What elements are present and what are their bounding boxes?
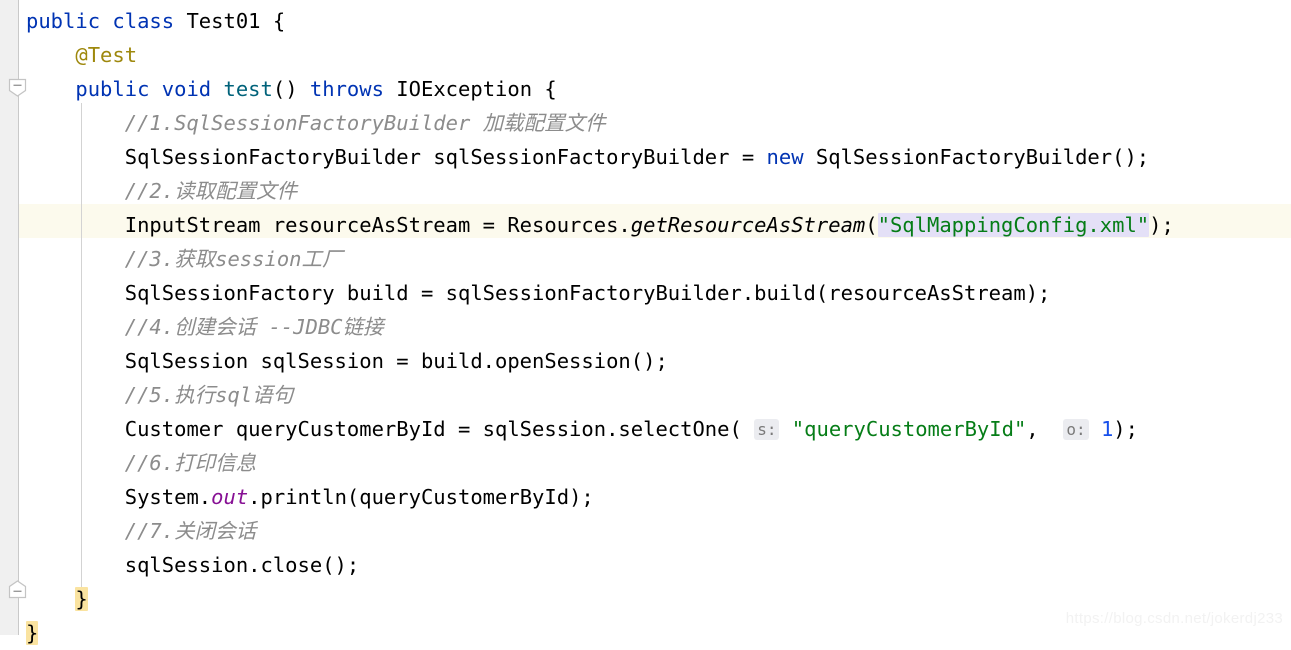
code-token: SqlSessionFactory build = sqlSessionFact…: [26, 281, 1051, 305]
code-token: "SqlMappingConfig.xml": [877, 213, 1150, 237]
code-token: "queryCustomerById": [791, 417, 1027, 441]
code-content[interactable]: public class Test01 { @Test public void …: [0, 0, 1291, 650]
code-line[interactable]: SqlSessionFactory build = sqlSessionFact…: [0, 276, 1291, 310]
code-line[interactable]: @Test: [0, 38, 1291, 72]
code-token: );: [1113, 417, 1138, 441]
code-line[interactable]: //2.读取配置文件: [0, 174, 1291, 208]
code-token: out: [211, 485, 249, 509]
code-token: getResourceAsStream: [630, 213, 866, 237]
code-token: //2.读取配置文件: [124, 179, 298, 203]
code-line[interactable]: //7.关闭会话: [0, 514, 1291, 548]
code-token: .println(queryCustomerById);: [248, 485, 594, 509]
code-token: //4.创建会话 --JDBC链接: [124, 315, 384, 339]
code-token: o:: [1063, 419, 1089, 440]
code-token: Customer queryCustomerById = sqlSession.…: [26, 417, 755, 441]
code-token: //1.SqlSessionFactoryBuilder 加载配置文件: [124, 111, 606, 135]
code-token: InputStream resourceAsStream = Resources…: [26, 213, 631, 237]
code-token: s:: [754, 419, 780, 440]
code-line[interactable]: SqlSession sqlSession = build.openSessio…: [0, 344, 1291, 378]
code-line[interactable]: System.out.println(queryCustomerById);: [0, 480, 1291, 514]
code-token: SqlSessionFactoryBuilder sqlSessionFacto…: [26, 145, 767, 169]
code-line[interactable]: //5.执行sql语句: [0, 378, 1291, 412]
code-token: Test01: [186, 9, 261, 33]
code-line[interactable]: InputStream resourceAsStream = Resources…: [0, 208, 1291, 242]
fold-marker-close-icon[interactable]: [8, 580, 27, 599]
code-token: ,: [1026, 417, 1064, 441]
code-line[interactable]: public class Test01 {: [0, 4, 1291, 38]
code-token: class: [112, 9, 175, 33]
code-token: 1: [1100, 417, 1114, 441]
code-token: (): [272, 77, 310, 101]
code-token: test: [223, 77, 273, 101]
code-token: );: [1149, 213, 1174, 237]
code-token: //7.关闭会话: [124, 519, 257, 543]
code-token: //5.执行sql语句: [124, 383, 294, 407]
code-token: SqlSessionFactoryBuilder();: [803, 145, 1150, 169]
code-line[interactable]: //6.打印信息: [0, 446, 1291, 480]
code-token: //6.打印信息: [124, 451, 257, 475]
code-token: (: [865, 213, 878, 237]
code-token: {: [260, 9, 286, 33]
fold-marker-open-icon[interactable]: [8, 78, 27, 97]
code-line[interactable]: public void test() throws IOException {: [0, 72, 1291, 106]
code-token: @Test: [75, 43, 138, 67]
code-editor[interactable]: public class Test01 { @Test public void …: [0, 0, 1291, 645]
code-token: public: [26, 9, 101, 33]
code-line[interactable]: Customer queryCustomerById = sqlSession.…: [0, 412, 1291, 446]
code-line[interactable]: sqlSession.close();: [0, 548, 1291, 582]
code-line[interactable]: //4.创建会话 --JDBC链接: [0, 310, 1291, 344]
code-token: }: [26, 621, 39, 645]
code-token: IOException {: [383, 77, 557, 101]
watermark: https://blog.csdn.net/jokerdj233: [1065, 610, 1283, 627]
code-token: new: [766, 145, 804, 169]
code-token: throws: [309, 77, 384, 101]
code-token: sqlSession.close();: [26, 553, 360, 577]
code-token: //3.获取session工厂: [124, 247, 343, 271]
code-line[interactable]: //1.SqlSessionFactoryBuilder 加载配置文件: [0, 106, 1291, 140]
code-token: System.: [26, 485, 212, 509]
code-token: }: [75, 587, 88, 611]
code-token: public: [75, 77, 150, 101]
code-token: SqlSession sqlSession = build.openSessio…: [26, 349, 668, 373]
code-line[interactable]: SqlSessionFactoryBuilder sqlSessionFacto…: [0, 140, 1291, 174]
code-token: void: [161, 77, 212, 101]
code-line[interactable]: //3.获取session工厂: [0, 242, 1291, 276]
